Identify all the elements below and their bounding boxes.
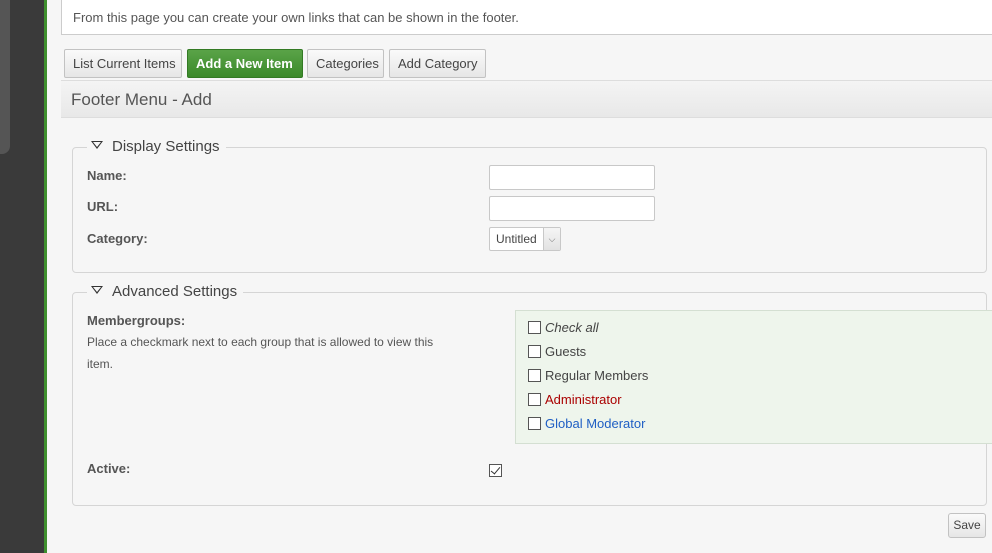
membergroups-list: Check all Guests Regular Members Adminis… — [515, 310, 992, 444]
advanced-settings-section: Advanced Settings Membergroups: Place a … — [72, 283, 992, 506]
membergroups-description: Place a checkmark next to each group tha… — [87, 335, 434, 371]
group-administrator[interactable]: Administrator — [528, 392, 622, 407]
main-content: From this page you can create your own l… — [47, 0, 992, 553]
category-selected-value: Untitled — [496, 232, 537, 246]
group-guests[interactable]: Guests — [528, 344, 586, 359]
tab-categories[interactable]: Categories — [307, 49, 384, 78]
display-settings-section: Display Settings Name: URL: Category: Un… — [72, 138, 987, 273]
group-global-moderator[interactable]: Global Moderator — [528, 416, 645, 431]
collapse-triangle-icon — [91, 286, 103, 295]
check-all-option[interactable]: Check all — [528, 320, 598, 335]
checkbox[interactable] — [528, 369, 541, 383]
advanced-settings-legend[interactable]: Advanced Settings — [87, 283, 244, 301]
active-label: Active: — [87, 461, 131, 476]
category-select[interactable]: Untitled ⌵ — [489, 227, 561, 251]
sidebar-panel — [0, 0, 10, 154]
name-input[interactable] — [489, 165, 655, 190]
url-input[interactable] — [489, 196, 655, 221]
checkbox[interactable] — [528, 417, 541, 431]
category-label: Category: — [87, 231, 148, 246]
info-box: From this page you can create your own l… — [61, 0, 992, 35]
save-button[interactable]: Save — [948, 513, 986, 538]
active-checkbox[interactable] — [489, 464, 502, 477]
page-title: Footer Menu - Add — [61, 80, 992, 118]
collapse-triangle-icon — [91, 141, 103, 150]
url-label: URL: — [87, 199, 119, 214]
group-regular-members[interactable]: Regular Members — [528, 368, 648, 383]
check-all-checkbox[interactable] — [528, 321, 541, 335]
display-settings-legend[interactable]: Display Settings — [87, 138, 226, 156]
checkbox[interactable] — [528, 345, 541, 359]
membergroups-label: Membergroups: — [87, 313, 186, 328]
info-text: From this page you can create your own l… — [73, 10, 519, 25]
chevron-down-icon: ⌵ — [543, 228, 560, 250]
name-label: Name: — [87, 168, 127, 183]
tab-add-category[interactable]: Add Category — [389, 49, 486, 78]
tab-list-current-items[interactable]: List Current Items — [64, 49, 182, 78]
checkbox[interactable] — [528, 393, 541, 407]
tab-add-new-item[interactable]: Add a New Item — [187, 49, 303, 78]
